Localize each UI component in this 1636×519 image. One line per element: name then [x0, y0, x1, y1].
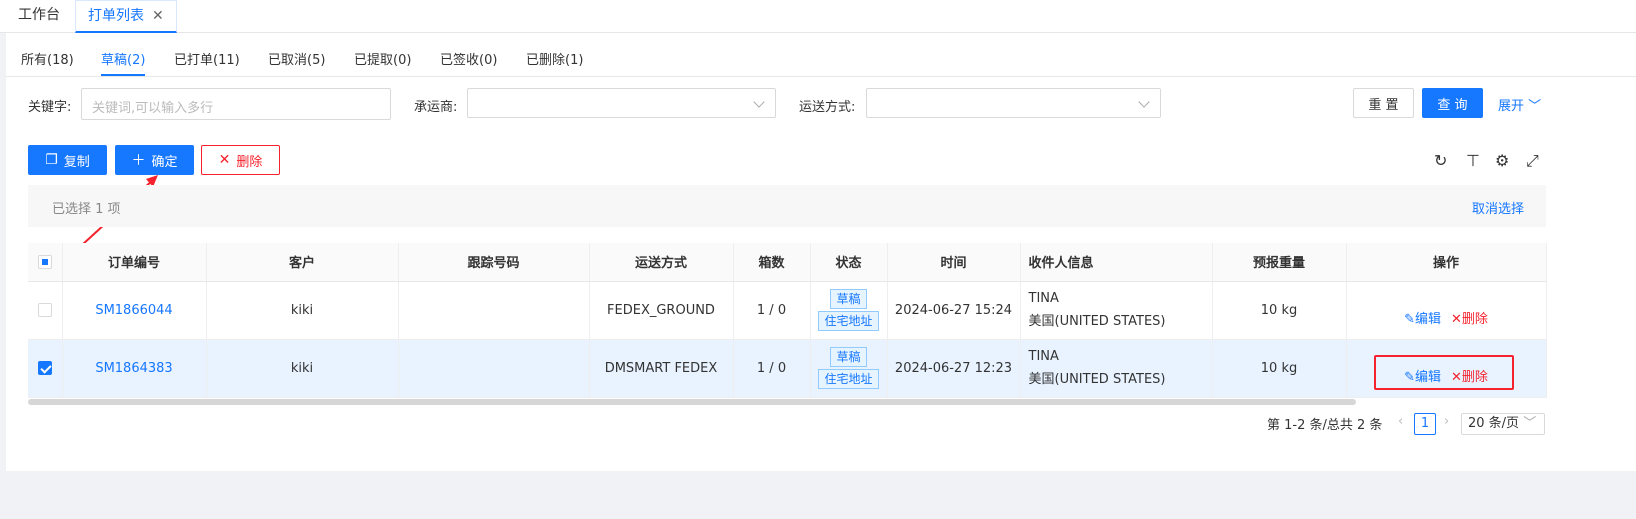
shipping-label: 运送方式:	[799, 100, 856, 115]
gear-icon[interactable]: ⚙	[1495, 151, 1509, 170]
header-method: 运送方式	[589, 243, 734, 282]
edit-link[interactable]: ✎编辑	[1404, 312, 1441, 327]
query-button[interactable]: 查 询	[1422, 88, 1483, 118]
delete-button[interactable]: ✕ 删除	[201, 145, 280, 175]
top-tab-bar: 工作台 打单列表 ✕	[0, 0, 1636, 33]
page-1-button[interactable]: 1	[1414, 413, 1436, 435]
fullscreen-icon[interactable]: ⤢	[1526, 151, 1539, 171]
header-recipient: 收件人信息	[1020, 243, 1213, 282]
recipient-cell: TINA 美国(UNITED STATES)	[1020, 281, 1213, 340]
tab-deleted[interactable]: 已删除(1)	[526, 49, 583, 68]
header-weight: 预报重量	[1212, 243, 1347, 282]
boxes-cell: 1 / 0	[733, 339, 811, 398]
order-link[interactable]: SM1864383	[62, 339, 207, 398]
select-all-cell	[28, 243, 63, 282]
annotation-highlight-box	[1374, 355, 1514, 390]
actions-cell: ✎编辑 ✕删除	[1346, 281, 1547, 340]
recipient-cell: TINA 美国(UNITED STATES)	[1020, 339, 1213, 398]
weight-cell: 10 kg	[1212, 339, 1347, 398]
tab-extracted[interactable]: 已提取(0)	[354, 49, 411, 68]
next-page-icon[interactable]: ›	[1444, 414, 1449, 429]
status-badge: 草稿	[830, 289, 867, 309]
status-tabs: 所有(18) 草稿(2) 已打单(11) 已取消(5) 已提取(0) 已签收(0…	[6, 33, 1636, 77]
page-size-select[interactable]: 20 条/页 ﹀	[1461, 413, 1545, 435]
refresh-icon[interactable]: ↻	[1434, 151, 1447, 170]
chevron-down-icon: ﹀	[1528, 99, 1542, 114]
time-cell: 2024-06-27 12:23	[887, 339, 1021, 398]
header-boxes: 箱数	[733, 243, 811, 282]
method-cell: FEDEX_GROUND	[589, 281, 734, 340]
close-icon[interactable]: ✕	[152, 8, 164, 24]
header-time: 时间	[887, 243, 1021, 282]
tab-all[interactable]: 所有(18)	[21, 49, 74, 68]
delete-link[interactable]: ✕删除	[1451, 312, 1488, 327]
header-order: 订单编号	[62, 243, 207, 282]
row-select-cell	[28, 339, 63, 398]
keyword-input[interactable]: 关键词,可以输入多行	[81, 88, 391, 120]
tracking-cell	[398, 339, 590, 398]
orders-table: 订单编号 客户 跟踪号码 运送方式 箱数 状态 时间 收件人信息 预报重量 操作…	[28, 243, 1547, 398]
selection-count: 已选择 1 项	[52, 202, 121, 217]
shipping-select[interactable]	[866, 88, 1161, 118]
pagination-summary: 第 1-2 条/总共 2 条	[1267, 418, 1383, 433]
clear-selection-link[interactable]: 取消选择	[1472, 198, 1524, 217]
weight-cell: 10 kg	[1212, 281, 1347, 340]
order-link[interactable]: SM1866044	[62, 281, 207, 340]
status-cell: 草稿 住宅地址	[810, 281, 888, 340]
status-badge: 草稿	[830, 347, 867, 367]
tab-cancelled[interactable]: 已取消(5)	[268, 49, 325, 68]
close-icon: ✕	[218, 152, 231, 168]
select-all-checkbox[interactable]	[37, 254, 52, 269]
chevron-down-icon: ﹀	[1523, 416, 1537, 431]
tab-print-list[interactable]: 打单列表 ✕	[75, 0, 177, 33]
carrier-label: 承运商:	[414, 100, 458, 115]
keyword-label: 关键字:	[28, 100, 72, 115]
header-actions: 操作	[1346, 243, 1547, 282]
tab-draft[interactable]: 草稿(2)	[101, 49, 146, 76]
carrier-select[interactable]	[467, 88, 776, 118]
copy-icon: ❐	[45, 152, 58, 168]
status-cell: 草稿 住宅地址	[810, 339, 888, 398]
table-row: SM1866044 kiki FEDEX_GROUND 1 / 0 草稿 住宅地址…	[28, 281, 1547, 340]
address-badge: 住宅地址	[818, 369, 879, 389]
plus-icon: ＋	[131, 153, 146, 169]
main-panel: 所有(18) 草稿(2) 已打单(11) 已取消(5) 已提取(0) 已签收(0…	[6, 33, 1636, 471]
horizontal-scrollbar[interactable]	[28, 399, 1356, 405]
reset-button[interactable]: 重 置	[1353, 88, 1414, 118]
header-status: 状态	[810, 243, 888, 282]
row-select-cell	[28, 281, 63, 340]
row-checkbox[interactable]	[37, 303, 52, 317]
density-icon[interactable]: ⊤	[1466, 151, 1480, 170]
chevron-down-icon	[1138, 96, 1150, 108]
tracking-cell	[398, 281, 590, 340]
address-badge: 住宅地址	[818, 311, 879, 331]
expand-link[interactable]: 展开 ﹀	[1498, 95, 1541, 114]
table-header: 订单编号 客户 跟踪号码 运送方式 箱数 状态 时间 收件人信息 预报重量 操作	[28, 243, 1547, 282]
method-cell: DMSMART FEDEX	[589, 339, 734, 398]
header-tracking: 跟踪号码	[398, 243, 590, 282]
time-cell: 2024-06-27 15:24	[887, 281, 1021, 340]
row-checkbox[interactable]	[37, 361, 52, 375]
selection-bar: 已选择 1 项 取消选择	[28, 185, 1546, 227]
close-icon: ✕	[1451, 311, 1462, 327]
prev-page-icon[interactable]: ‹	[1398, 414, 1403, 429]
header-customer: 客户	[206, 243, 399, 282]
tab-workbench[interactable]: 工作台	[6, 0, 72, 33]
customer-cell: kiki	[206, 339, 399, 398]
customer-cell: kiki	[206, 281, 399, 340]
boxes-cell: 1 / 0	[733, 281, 811, 340]
tab-signed[interactable]: 已签收(0)	[440, 49, 497, 68]
table-row: SM1864383 kiki DMSMART FEDEX 1 / 0 草稿 住宅地…	[28, 339, 1547, 398]
tab-printed[interactable]: 已打单(11)	[174, 49, 240, 68]
pencil-icon: ✎	[1404, 311, 1415, 327]
chevron-down-icon	[753, 96, 765, 108]
